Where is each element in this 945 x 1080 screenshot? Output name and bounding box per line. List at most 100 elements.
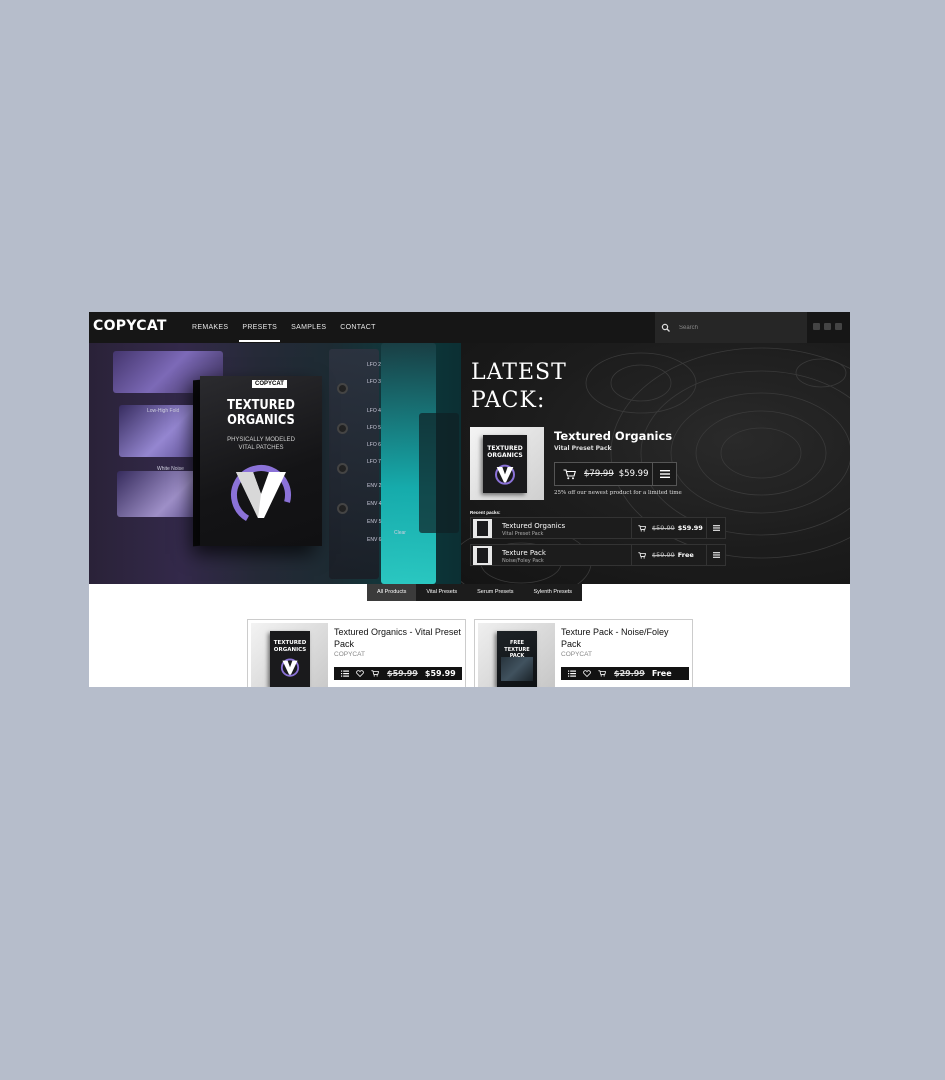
list-icon[interactable]	[341, 670, 349, 677]
box-title: TEXTURED ORGANICS	[209, 398, 313, 428]
product-buy-bar: $29.99 Free	[561, 667, 689, 680]
recent-pack-thumbnail	[473, 546, 492, 565]
nav-links: REMAKES PRESETS SAMPLES CONTACT	[185, 312, 383, 343]
recent-pack-sub: Noise/Foley Pack	[502, 558, 544, 564]
twitter-icon[interactable]	[835, 323, 842, 330]
search-bar	[655, 312, 807, 343]
box-logo: COPYCAT	[252, 380, 287, 388]
cart-icon[interactable]	[371, 670, 379, 677]
synth-label: LFO 3	[367, 379, 381, 385]
product-title[interactable]: Textured Organics - Vital Preset Pack	[334, 626, 462, 650]
synth-knob	[337, 463, 348, 474]
instagram-icon[interactable]	[813, 323, 820, 330]
mini-box-title: TEXTURED ORGANICS	[483, 445, 527, 459]
mini-box-title-line: TEXTURED	[273, 640, 307, 646]
hero-product-box: COPYCAT TEXTURED ORGANICS PHYSICALLY MOD…	[200, 376, 322, 546]
product-filter-tabs: All Products Vital Presets Serum Presets…	[367, 584, 583, 601]
recent-menu-button[interactable]	[706, 544, 726, 566]
synth-label: Clear	[394, 530, 406, 536]
recent-pack-sub: Vital Preset Pack	[502, 531, 544, 537]
synth-label: LFO 4	[367, 408, 381, 414]
mini-product-box: TEXTURED ORGANICS	[483, 435, 527, 493]
recent-pack-buy: $59.99 Free	[631, 544, 706, 566]
nav-link-samples[interactable]: SAMPLES	[284, 312, 333, 343]
recent-menu-button[interactable]	[706, 517, 726, 539]
menu-icon	[659, 470, 670, 478]
v-logo-icon	[231, 465, 291, 525]
website-frame: COPYCAT REMAKES PRESETS SAMPLES CONTACT	[89, 312, 850, 687]
product-old-price: $59.99	[387, 669, 418, 678]
search-icon[interactable]	[661, 323, 671, 333]
recent-new-price: Free	[677, 551, 694, 559]
menu-icon	[713, 552, 720, 558]
synth-panel	[419, 413, 459, 533]
synth-label: ENV 5	[367, 519, 382, 525]
cart-icon[interactable]	[638, 551, 646, 559]
mini-box-title-line: ORGANICS	[487, 452, 523, 459]
product-brand: COPYCAT	[561, 651, 592, 658]
featured-menu-button[interactable]	[652, 463, 676, 485]
recent-pack-name: Texture Pack	[502, 549, 546, 557]
featured-product-image[interactable]: TEXTURED ORGANICS	[470, 427, 544, 500]
product-image[interactable]: TEXTURED ORGANICS	[251, 623, 328, 687]
top-nav: COPYCAT REMAKES PRESETS SAMPLES CONTACT	[89, 312, 850, 343]
recent-old-price: $59.99	[652, 551, 675, 559]
box-title-line: ORGANICS	[227, 412, 295, 428]
texture-art	[501, 657, 533, 681]
box-title-line: TEXTURED	[227, 397, 295, 413]
nav-link-remakes[interactable]: REMAKES	[185, 312, 235, 343]
nav-link-contact[interactable]: CONTACT	[333, 312, 382, 343]
heading-line: PACK:	[471, 388, 546, 413]
tab-sylenth-presets[interactable]: Sylenth Presets	[524, 584, 583, 601]
product-card[interactable]: TEXTURED ORGANICS Textured Organics - Vi…	[247, 619, 466, 687]
synth-label: White Noise	[157, 466, 184, 472]
tab-vital-presets[interactable]: Vital Presets	[416, 584, 467, 601]
synth-label: ENV 6	[367, 537, 382, 543]
cart-icon[interactable]	[598, 670, 606, 677]
recent-packs-label: Recent packs:	[470, 510, 501, 515]
box-subtitle-line: PHYSICALLY MODELED	[227, 437, 295, 443]
box-subtitle: PHYSICALLY MODELED VITAL PATCHES	[200, 436, 322, 452]
promo-text: 25% off our newest product for a limited…	[554, 490, 682, 496]
synth-label: LFO 6	[367, 442, 381, 448]
latest-pack-heading: LATEST PACK:	[471, 359, 567, 415]
synth-label: LFO 2	[367, 362, 381, 368]
product-new-price: $59.99	[424, 669, 456, 678]
tab-serum-presets[interactable]: Serum Presets	[467, 584, 523, 601]
featured-title[interactable]: Textured Organics	[554, 429, 672, 443]
mini-box-title: TEXTURED ORGANICS	[270, 640, 310, 653]
product-new-price: Free	[651, 669, 672, 678]
cart-icon[interactable]	[563, 468, 576, 480]
featured-old-price: $79.99	[584, 469, 614, 479]
product-card[interactable]: FREE TEXTURE PACK Texture Pack - Noise/F…	[474, 619, 693, 687]
featured-new-price: $59.99	[618, 469, 649, 479]
recent-pack-row[interactable]: Textured Organics Vital Preset Pack $59.…	[470, 517, 726, 539]
synth-label: ENV 2	[367, 483, 382, 489]
heart-icon[interactable]	[583, 670, 591, 677]
hero-synth-background: Low-High Fold White Noise LFO 2 LFO 3 LF…	[89, 343, 461, 584]
menu-icon	[713, 525, 720, 531]
featured-buy-bar: $79.99 $59.99	[554, 462, 677, 486]
v-logo-icon	[280, 658, 300, 677]
product-image[interactable]: FREE TEXTURE PACK	[478, 623, 555, 687]
list-icon[interactable]	[568, 670, 576, 677]
tab-all-products[interactable]: All Products	[367, 584, 417, 601]
synth-knob	[337, 503, 348, 514]
hero-banner: Low-High Fold White Noise LFO 2 LFO 3 LF…	[89, 343, 850, 584]
v-logo-icon	[495, 464, 515, 485]
recent-pack-thumbnail	[473, 519, 492, 538]
product-title[interactable]: Texture Pack - Noise/Foley Pack	[561, 626, 689, 650]
synth-label: ENV 4	[367, 501, 382, 507]
synth-knob	[337, 423, 348, 434]
heart-icon[interactable]	[356, 670, 364, 677]
recent-pack-row[interactable]: Texture Pack Noise/Foley Pack $59.99 Fre…	[470, 544, 726, 566]
recent-pack-buy: $59.99 $59.99	[631, 517, 706, 539]
nav-link-presets[interactable]: PRESETS	[235, 312, 284, 343]
search-input[interactable]	[679, 324, 789, 331]
site-logo[interactable]: COPYCAT	[93, 318, 167, 334]
cart-icon[interactable]	[638, 524, 646, 532]
mini-product-box: TEXTURED ORGANICS	[270, 631, 310, 687]
synth-label: LFO 5	[367, 425, 381, 431]
youtube-icon[interactable]	[824, 323, 831, 330]
synth-label: LFO 7	[367, 459, 381, 465]
